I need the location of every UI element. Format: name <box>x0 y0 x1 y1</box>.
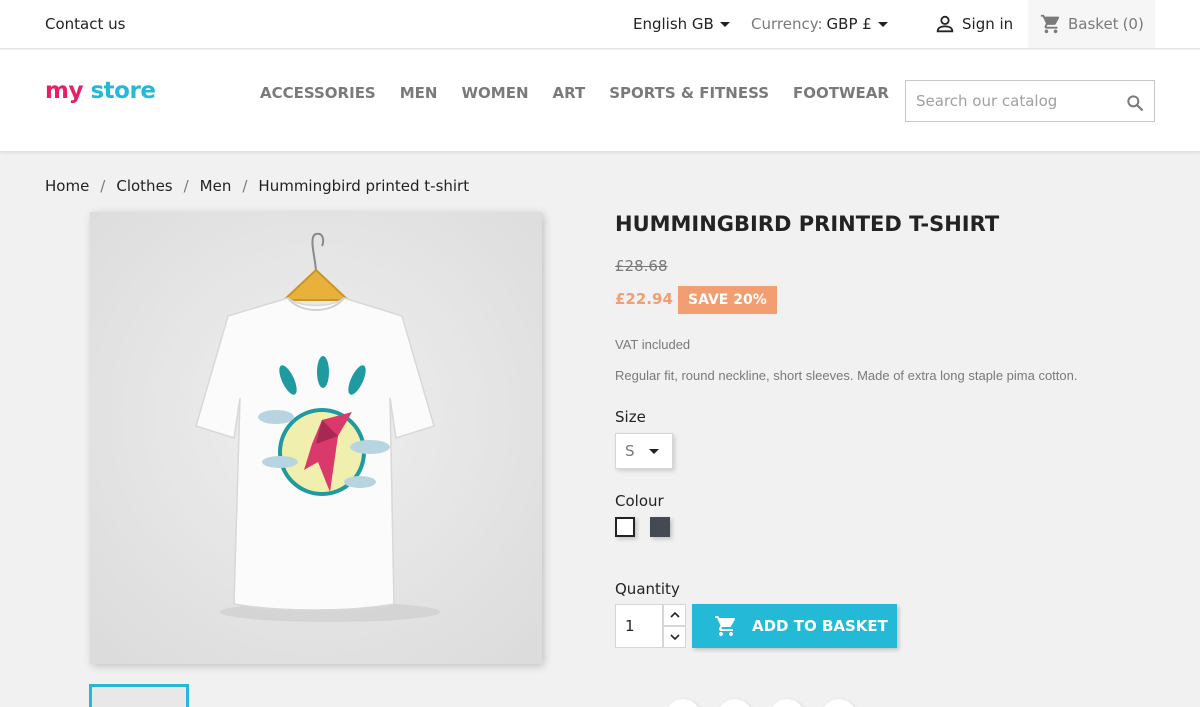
add-to-basket-label: ADD TO BASKET <box>752 617 888 635</box>
top-bar: Contact us English GB Currency: GBP £ Si… <box>0 0 1200 49</box>
language-label: English GB <box>633 15 714 33</box>
share-twitter-button[interactable] <box>717 699 753 707</box>
caret-down-icon <box>719 21 730 27</box>
breadcrumb-separator: / <box>100 177 106 195</box>
search-input[interactable] <box>906 81 1116 121</box>
product-image[interactable] <box>90 212 542 664</box>
colour-swatch-white[interactable] <box>615 517 635 537</box>
breadcrumb-home[interactable]: Home <box>45 177 89 195</box>
product-title: HUMMINGBIRD PRINTED T-SHIRT <box>615 212 1000 236</box>
size-select[interactable]: S <box>615 433 673 469</box>
sign-in-link[interactable]: Sign in <box>934 13 1013 35</box>
quantity-increase-button[interactable] <box>663 604 686 626</box>
nav-item-men[interactable]: MEN <box>400 84 438 102</box>
quantity-label: Quantity <box>615 580 680 598</box>
current-price: £22.94 <box>615 290 673 308</box>
basket-label: Basket <box>1068 15 1119 33</box>
logo-word-my: my <box>45 78 83 104</box>
nav-item-art[interactable]: ART <box>553 84 586 102</box>
currency-selector[interactable]: Currency: GBP £ <box>751 15 888 33</box>
basket-count: (0) <box>1122 15 1144 33</box>
share-googleplus-button[interactable] <box>769 699 805 707</box>
nav-item-accessories[interactable]: ACCESSORIES <box>260 84 376 102</box>
nav-item-sports-fitness[interactable]: SPORTS & FITNESS <box>609 84 769 102</box>
logo-word-store: store <box>90 78 156 104</box>
basket-button[interactable]: Basket (0) <box>1028 0 1155 48</box>
language-selector[interactable]: English GB <box>633 15 730 33</box>
size-value: S <box>625 442 635 460</box>
breadcrumb-separator: / <box>242 177 248 195</box>
quantity-decrease-button[interactable] <box>663 626 686 648</box>
cart-icon <box>1040 14 1060 34</box>
chevron-up-icon <box>669 611 680 618</box>
regular-price: £28.68 <box>615 257 668 275</box>
currency-value: GBP £ <box>826 15 872 33</box>
add-to-basket-button[interactable]: ADD TO BASKET <box>692 604 897 648</box>
user-icon <box>936 15 954 33</box>
size-label: Size <box>615 408 646 426</box>
search-box <box>905 80 1155 122</box>
breadcrumb-men[interactable]: Men <box>200 177 232 195</box>
cart-icon <box>715 616 735 636</box>
caret-down-icon <box>877 21 888 27</box>
chevron-down-icon <box>669 634 680 641</box>
store-logo[interactable]: my store <box>45 78 156 104</box>
share-pinterest-button[interactable] <box>821 699 857 707</box>
tshirt-illustration <box>90 212 542 664</box>
product-thumbnail[interactable] <box>89 684 189 707</box>
colour-label: Colour <box>615 492 664 510</box>
product-description: Regular fit, round neckline, short sleev… <box>615 368 1078 383</box>
breadcrumb: Home / Clothes / Men / Hummingbird print… <box>45 177 469 195</box>
breadcrumb-current: Hummingbird printed t-shirt <box>258 177 470 195</box>
search-icon[interactable] <box>1125 93 1145 113</box>
main-nav: ACCESSORIES MEN WOMEN ART SPORTS & FITNE… <box>260 84 889 102</box>
site-header: my store ACCESSORIES MEN WOMEN ART SPORT… <box>0 50 1200 151</box>
sign-in-label: Sign in <box>962 15 1014 33</box>
vat-note: VAT included <box>615 337 691 352</box>
nav-item-women[interactable]: WOMEN <box>461 84 528 102</box>
colour-swatch-grey[interactable] <box>650 517 670 537</box>
breadcrumb-separator: / <box>183 177 189 195</box>
nav-item-footwear[interactable]: FOOTWEAR <box>793 84 889 102</box>
contact-us-link[interactable]: Contact us <box>45 15 125 33</box>
quantity-input[interactable]: 1 <box>615 604 663 648</box>
share-facebook-button[interactable] <box>665 699 701 707</box>
discount-badge: SAVE 20% <box>678 286 777 314</box>
breadcrumb-clothes[interactable]: Clothes <box>116 177 172 195</box>
caret-down-icon <box>649 449 659 454</box>
currency-label: Currency: <box>751 15 823 33</box>
